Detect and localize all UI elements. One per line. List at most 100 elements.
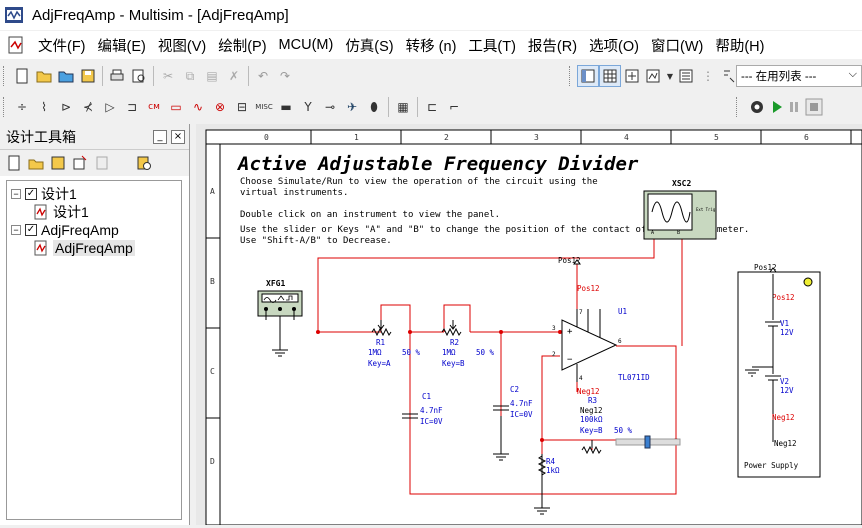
place-mixed-icon[interactable]: ∿ bbox=[187, 96, 209, 118]
toggle-design-toolbox-icon[interactable] bbox=[577, 65, 599, 87]
place-misc-digital-icon[interactable]: ▭ bbox=[165, 96, 187, 118]
v1-name: V1 bbox=[780, 319, 789, 328]
delete-design-icon[interactable] bbox=[94, 155, 110, 171]
copy-icon[interactable]: ⧉ bbox=[179, 65, 201, 87]
menu-window[interactable]: 窗口(W) bbox=[645, 35, 709, 56]
place-wire-icon[interactable]: ⌐ bbox=[443, 96, 465, 118]
delete-icon[interactable]: ✗ bbox=[223, 65, 245, 87]
place-basic-icon[interactable]: ⌇ bbox=[33, 96, 55, 118]
place-transistor-icon[interactable]: ⊀ bbox=[77, 96, 99, 118]
title-bar: AdjFreqAmp - Multisim - [AdjFreqAmp] bbox=[0, 0, 862, 30]
menu-options[interactable]: 选项(O) bbox=[583, 35, 645, 56]
place-cmos-icon[interactable]: ᴄᴍ bbox=[143, 96, 165, 118]
stop-icon[interactable] bbox=[805, 98, 823, 116]
menu-simulate[interactable]: 仿真(S) bbox=[339, 35, 399, 56]
menu-reports[interactable]: 报告(R) bbox=[522, 35, 583, 56]
place-analog-icon[interactable]: ▷ bbox=[99, 96, 121, 118]
toolbar-grip[interactable] bbox=[736, 97, 740, 117]
toolbar-grip[interactable] bbox=[569, 66, 573, 86]
undo-icon[interactable]: ↶ bbox=[252, 65, 274, 87]
print-preview-icon[interactable] bbox=[128, 65, 150, 87]
spreadsheet-view-icon[interactable] bbox=[599, 65, 621, 87]
menu-bar: 文件(F) 编辑(E) 视图(V) 绘制(P) MCU(M) 仿真(S) 转移 … bbox=[0, 31, 862, 59]
run-icon[interactable] bbox=[770, 99, 784, 115]
ruler-col-1: 1 bbox=[354, 133, 359, 142]
ruler-col-4: 4 bbox=[624, 133, 629, 142]
open-folder-icon[interactable] bbox=[33, 65, 55, 87]
r2-key: Key=B bbox=[442, 359, 465, 368]
place-ttl-icon[interactable]: ⊐ bbox=[121, 96, 143, 118]
instruction-line-1: Choose Simulate/Run to view the operatio… bbox=[240, 177, 598, 187]
place-advanced-peripherals-icon[interactable]: ▬ bbox=[275, 96, 297, 118]
tree-item-design1[interactable]: − ✓ 设计1 bbox=[7, 185, 181, 203]
place-misc-icon[interactable]: MISC bbox=[253, 96, 275, 118]
document-icon[interactable] bbox=[6, 35, 26, 55]
psu-pos12-red: Pos12 bbox=[772, 293, 795, 302]
place-electromechanical-icon[interactable]: ⊸ bbox=[319, 96, 341, 118]
schematic-workspace[interactable]: 0 1 2 3 4 5 6 A B C D Active Adjustable … bbox=[196, 124, 862, 526]
interactive-simulation-gear-icon[interactable] bbox=[748, 98, 766, 116]
new-design-icon[interactable] bbox=[6, 155, 22, 171]
r3-slider-thumb[interactable] bbox=[644, 435, 651, 449]
menu-view[interactable]: 视图(V) bbox=[152, 35, 212, 56]
menu-help[interactable]: 帮助(H) bbox=[709, 35, 770, 56]
tree-item-design1-sheet[interactable]: 设计1 bbox=[7, 203, 181, 221]
place-indicator-icon[interactable]: ⊗ bbox=[209, 96, 231, 118]
r3-name: R3 bbox=[588, 396, 597, 405]
collapse-toggle-icon[interactable]: − bbox=[11, 189, 21, 199]
xsc2-label: XSC2 bbox=[672, 179, 691, 188]
place-power-icon[interactable]: ⊟ bbox=[231, 96, 253, 118]
tree-item-adjfreqamp[interactable]: − ✓ AdjFreqAmp bbox=[7, 221, 181, 239]
place-diode-icon[interactable]: ⊳ bbox=[55, 96, 77, 118]
toolbar-grip[interactable] bbox=[3, 66, 7, 86]
tree-item-adjfreqamp-sheet[interactable]: AdjFreqAmp bbox=[7, 239, 181, 257]
grapher-icon[interactable] bbox=[643, 65, 665, 87]
cut-icon[interactable]: ✂ bbox=[157, 65, 179, 87]
r1-key: Key=A bbox=[368, 359, 391, 368]
open-sample-icon[interactable] bbox=[55, 65, 77, 87]
open-design-icon[interactable] bbox=[28, 155, 44, 171]
place-bus-icon[interactable]: ⊏ bbox=[421, 96, 443, 118]
pause-icon[interactable] bbox=[787, 99, 801, 115]
menu-place[interactable]: 绘制(P) bbox=[212, 35, 272, 56]
save-design-icon[interactable] bbox=[50, 155, 66, 171]
erc-icon[interactable]: ⋮ bbox=[697, 65, 719, 87]
redo-icon[interactable]: ↷ bbox=[274, 65, 296, 87]
hierarchical-block-icon[interactable]: ▦ bbox=[392, 96, 414, 118]
xfg1-label: XFG1 bbox=[266, 279, 285, 288]
pin-2: 2 bbox=[552, 351, 556, 358]
menu-edit[interactable]: 编辑(E) bbox=[92, 35, 152, 56]
tree-item-label: 设计1 bbox=[41, 186, 77, 202]
menu-mcu[interactable]: MCU(M) bbox=[273, 37, 340, 53]
multisim-app-icon bbox=[5, 7, 23, 23]
pos12-red: Pos12 bbox=[577, 284, 600, 293]
r2-percent: 50 % bbox=[476, 348, 495, 357]
save-icon[interactable] bbox=[77, 65, 99, 87]
close-design-icon[interactable] bbox=[72, 155, 88, 171]
database-manager-icon[interactable] bbox=[621, 65, 643, 87]
place-mcu-icon[interactable]: ⬮ bbox=[363, 96, 385, 118]
place-ni-icon[interactable]: ✈ bbox=[341, 96, 363, 118]
collapse-toggle-icon[interactable]: − bbox=[11, 225, 21, 235]
schematic-svg[interactable]: 0 1 2 3 4 5 6 A B C D Active Adjustable … bbox=[196, 124, 862, 526]
checkbox-icon[interactable]: ✓ bbox=[25, 188, 37, 200]
place-rf-icon[interactable]: Y bbox=[297, 96, 319, 118]
panel-close-button[interactable]: × bbox=[171, 130, 185, 144]
in-use-list-select[interactable]: --- 在用列表 --- ⌵ bbox=[736, 65, 862, 87]
place-source-icon[interactable]: ÷ bbox=[11, 96, 33, 118]
power-supply-block[interactable]: Pos12 Pos12 V1 12V V2 12V Neg12 Neg12 Po… bbox=[737, 263, 821, 478]
page-properties-icon[interactable] bbox=[136, 155, 152, 171]
paste-icon[interactable]: ▤ bbox=[201, 65, 223, 87]
print-icon[interactable] bbox=[106, 65, 128, 87]
menu-file[interactable]: 文件(F) bbox=[32, 35, 92, 56]
tree-item-label: 设计1 bbox=[53, 204, 89, 220]
menu-tools[interactable]: 工具(T) bbox=[462, 35, 522, 56]
toolbar-grip[interactable] bbox=[3, 97, 7, 117]
panel-pin-button[interactable]: _ bbox=[153, 130, 167, 144]
menu-transfer[interactable]: 转移 (n) bbox=[400, 35, 463, 56]
dropdown-arrow-icon[interactable]: ▼ bbox=[665, 65, 675, 87]
new-file-icon[interactable] bbox=[11, 65, 33, 87]
postprocessor-icon[interactable] bbox=[675, 65, 697, 87]
ruler-col-5: 5 bbox=[714, 133, 719, 142]
checkbox-icon[interactable]: ✓ bbox=[25, 224, 37, 236]
